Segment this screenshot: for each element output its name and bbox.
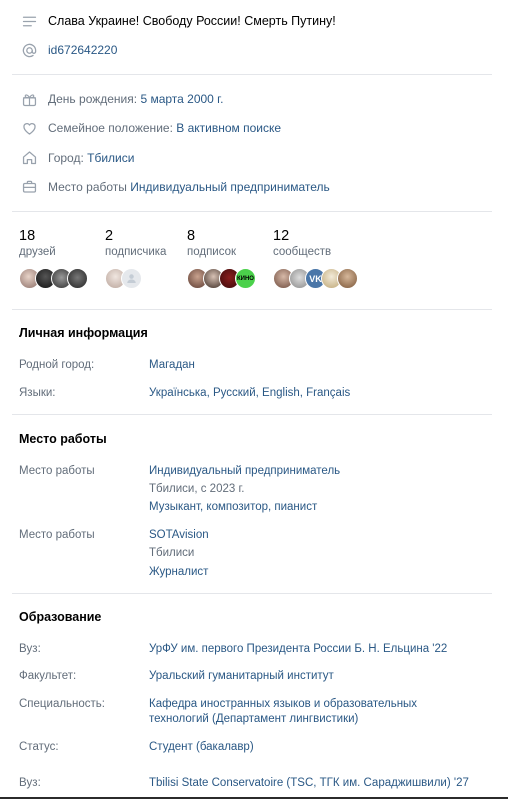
career-label: Место работы [19, 529, 95, 541]
counter-friends[interactable]: 18 друзей [19, 228, 56, 258]
profile-status: Слава Украине! Свободу России! Смерть Пу… [48, 14, 336, 28]
language-link[interactable]: Українська [149, 387, 207, 399]
city-row: Город: Тбилиси [48, 151, 134, 165]
status-link[interactable]: Студент (бакалавр) [149, 741, 254, 753]
subscriptions-avatars[interactable]: КИНО [187, 268, 256, 289]
bottom-border [0, 797, 508, 799]
speciality-link-line2[interactable]: технологий (Департамент лингвистики) [149, 713, 358, 725]
at-sign-icon [20, 41, 38, 59]
personal-info-title: Личная информация [19, 326, 148, 340]
counter-subscriptions-label: подписок [187, 246, 237, 258]
language-link[interactable]: Français [306, 387, 350, 399]
university2-label: Вуз: [19, 777, 41, 789]
counter-subscriptions-num: 8 [187, 228, 196, 244]
birthday-value[interactable]: 5 марта 2000 г. [140, 92, 223, 106]
counter-followers[interactable]: 2 подписчика [105, 228, 166, 258]
heart-icon [20, 119, 38, 137]
divider [12, 309, 492, 310]
faculty-link[interactable]: Уральский гуманитарный институт [149, 670, 334, 682]
relationship-row: Семейное положение: В активном поиске [48, 121, 281, 135]
counter-communities-num: 12 [273, 228, 290, 244]
university-link[interactable]: УрФУ им. первого Президента России Б. Н.… [149, 643, 447, 655]
counter-followers-num: 2 [105, 228, 114, 244]
divider [12, 414, 492, 415]
career-title: Место работы [19, 432, 107, 446]
hometown-label: Родной город: [19, 359, 95, 371]
university2-link[interactable]: Tbilisi State Conservatoire (TSC, ТГК им… [149, 777, 469, 789]
kino-community-logo: КИНО [235, 268, 256, 289]
city-label: Город: [48, 151, 84, 165]
counter-friends-num: 18 [19, 228, 36, 244]
speciality-label: Специальность: [19, 698, 105, 710]
counter-followers-label: подписчика [105, 246, 167, 258]
relationship-value[interactable]: В активном поиске [176, 121, 281, 135]
city-value[interactable]: Тбилиси [87, 151, 134, 165]
relationship-label: Семейное положение: [48, 121, 173, 135]
university-label: Вуз: [19, 643, 41, 655]
work-label: Место работы [48, 180, 127, 194]
career-label: Место работы [19, 465, 95, 477]
screen-name-link[interactable]: id672642220 [48, 43, 117, 57]
home-icon [20, 148, 38, 166]
gift-icon [20, 90, 38, 108]
hometown-value[interactable]: Магадан [149, 359, 195, 371]
language-link[interactable]: English [262, 387, 300, 399]
avatar [67, 268, 88, 289]
status-label: Статус: [19, 741, 59, 753]
avatar [337, 268, 358, 289]
counter-friends-label: друзей [19, 246, 56, 258]
birthday-row: День рождения: 5 марта 2000 г. [48, 92, 223, 106]
work-value[interactable]: Индивидуальный предприниматель [130, 180, 329, 194]
career-position[interactable]: Журналист [149, 566, 208, 578]
avatar [121, 268, 142, 289]
career-position[interactable]: Музыкант, композитор, пианист [149, 501, 317, 513]
briefcase-icon [20, 177, 38, 195]
divider [12, 74, 492, 75]
counter-communities[interactable]: 12 сообществ [273, 228, 331, 258]
career-details: Тбилиси [149, 547, 195, 559]
communities-avatars[interactable]: VK [273, 268, 358, 289]
work-row: Место работы Индивидуальный предпринимат… [48, 180, 330, 194]
speciality-link-line1[interactable]: Кафедра иностранных языков и образовател… [149, 698, 417, 710]
counter-subscriptions[interactable]: 8 подписок [187, 228, 236, 258]
divider [12, 593, 492, 594]
user-placeholder-icon [127, 274, 136, 284]
languages-list: Українська, Русский, English, Français [149, 387, 350, 399]
divider [12, 211, 492, 212]
language-link[interactable]: Русский [213, 387, 256, 399]
career-company-link[interactable]: Индивидуальный предприниматель [149, 465, 340, 477]
status-menu-icon [20, 12, 38, 30]
birthday-label: День рождения: [48, 92, 138, 106]
faculty-label: Факультет: [19, 670, 77, 682]
followers-avatars[interactable] [105, 268, 142, 289]
counter-communities-label: сообществ [273, 246, 332, 258]
career-company-link[interactable]: SOTAvision [149, 529, 209, 541]
languages-label: Языки: [19, 387, 56, 399]
career-details: Тбилиси, с 2023 г. [149, 483, 245, 495]
education-title: Образование [19, 610, 102, 624]
friends-avatars[interactable] [19, 268, 88, 289]
